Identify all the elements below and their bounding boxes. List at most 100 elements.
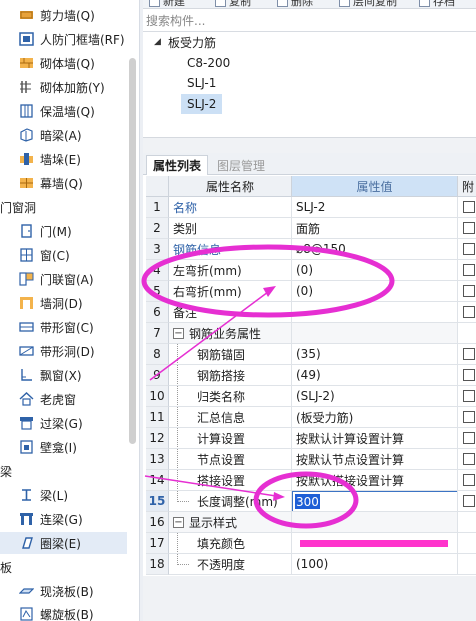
property-row[interactable]: 3 钢筋信息 ⌀8@150 — [146, 239, 476, 260]
attach-checkbox[interactable] — [463, 306, 475, 318]
property-row[interactable]: 6 备注 — [146, 302, 476, 323]
nav-item-strip-window[interactable]: 带形窗(C) — [0, 316, 128, 338]
attach-checkbox[interactable] — [463, 264, 475, 276]
property-row[interactable]: 1 名称 SLJ-2 — [146, 197, 476, 218]
component-item[interactable]: SLJ-1 — [181, 73, 222, 93]
fill-color-value[interactable] — [292, 533, 458, 554]
attach-checkbox[interactable] — [463, 453, 475, 465]
collapse-minus-icon[interactable]: − — [173, 327, 184, 339]
property-name-label: 不透明度 — [197, 557, 246, 572]
property-row-active[interactable]: 15 长度调整(mm) 300 — [146, 491, 476, 512]
property-value[interactable]: 按默认搭接设置计算 — [292, 470, 458, 491]
attach-checkbox[interactable] — [463, 411, 475, 423]
property-value[interactable]: 按默认计算设置计算 — [292, 428, 458, 449]
archive-button[interactable]: 存档 — [419, 0, 455, 8]
tab-layer-management[interactable]: 图层管理 — [211, 155, 271, 175]
nav-item-curtain-wall[interactable]: 幕墙(Q) — [0, 172, 128, 194]
property-value[interactable]: (0) — [292, 260, 458, 281]
property-row[interactable]: 8 钢筋锚固 (35) — [146, 344, 476, 365]
search-bar — [143, 10, 476, 32]
property-value[interactable]: (0) — [292, 281, 458, 302]
nav-group-slabs[interactable]: 板 — [0, 556, 12, 578]
property-value[interactable] — [292, 302, 458, 323]
attach-checkbox[interactable] — [463, 222, 475, 234]
property-value[interactable]: ⌀8@150 — [292, 239, 458, 260]
property-value-editor[interactable]: 300 — [292, 491, 458, 512]
copy-button[interactable]: 复制 — [215, 0, 251, 8]
component-list: ◢ 板受力筋 C8-200 SLJ-1 SLJ-2 — [143, 32, 476, 136]
nav-item-wall-pier[interactable]: 墙垛(E) — [0, 148, 128, 170]
property-row[interactable]: 17 填充颜色 — [146, 533, 476, 554]
property-value[interactable]: (SLJ-2) — [292, 386, 458, 407]
nav-item-door[interactable]: 门(M) — [0, 220, 128, 242]
attach-checkbox[interactable] — [463, 495, 475, 507]
new-button[interactable]: 新建 — [149, 0, 185, 8]
attach-checkbox[interactable] — [463, 243, 475, 255]
left-scrollbar[interactable] — [127, 0, 139, 621]
nav-item-shear-wall[interactable]: 剪力墙(Q) — [0, 4, 128, 26]
property-value[interactable]: 按默认节点设置计算 — [292, 449, 458, 470]
nav-group-doors-windows[interactable]: 门窗洞 — [0, 196, 36, 218]
nav-item-masonry-reinforcement[interactable]: 砌体加筋(Y) — [0, 76, 128, 98]
nav-item-beam[interactable]: 梁(L) — [0, 484, 128, 506]
collapse-triangle-icon[interactable]: ◢ — [154, 37, 161, 47]
nav-item-hidden-beam[interactable]: 暗梁(A) — [0, 124, 128, 146]
attach-checkbox[interactable] — [463, 285, 475, 297]
property-row[interactable]: 11 汇总信息 (板受力筋) — [146, 407, 476, 428]
property-value[interactable]: (49) — [292, 365, 458, 386]
nav-item-window[interactable]: 窗(C) — [0, 244, 128, 266]
nav-item-bay-window[interactable]: 飘窗(X) — [0, 364, 128, 386]
nav-group-label: 板 — [0, 560, 13, 575]
nav-item-label: 连梁(G) — [40, 513, 83, 527]
nav-item-spiral-slab[interactable]: 螺旋板(B) — [0, 603, 128, 621]
attach-checkbox[interactable] — [463, 369, 475, 381]
property-row[interactable]: 12 计算设置 按默认计算设置计算 — [146, 428, 476, 449]
left-scroll-thumb[interactable] — [129, 58, 136, 444]
property-group-row[interactable]: 7 − 钢筋业务属性 — [146, 323, 476, 344]
nav-item-wall-opening[interactable]: 墙洞(D) — [0, 292, 128, 314]
attach-checkbox[interactable] — [463, 348, 475, 360]
nav-item-civil-defense-wall[interactable]: 人防门框墙(RF) — [0, 28, 128, 50]
grid-header-value: 属性值 — [292, 176, 458, 197]
attach-cell — [458, 407, 476, 428]
property-group-row[interactable]: 16 − 显示样式 — [146, 512, 476, 533]
row-number: 11 — [146, 407, 169, 428]
nav-item-strip-opening[interactable]: 带形洞(D) — [0, 340, 128, 362]
attach-checkbox[interactable] — [463, 201, 475, 213]
component-group-label[interactable]: 板受力筋 — [168, 34, 216, 51]
nav-group-beams[interactable]: 梁 — [0, 460, 12, 482]
property-row[interactable]: 9 钢筋搭接 (49) — [146, 365, 476, 386]
component-item-selected[interactable]: SLJ-2 — [181, 94, 223, 114]
nav-item-niche[interactable]: 壁龛(I) — [0, 436, 128, 458]
delete-button[interactable]: 删除 — [277, 0, 313, 8]
nav-item-masonry-wall[interactable]: 砌体墙(Q) — [0, 52, 128, 74]
tab-property-list[interactable]: 属性列表 — [146, 155, 209, 175]
property-row[interactable]: 5 右弯折(mm) (0) — [146, 281, 476, 302]
property-value[interactable]: 面筋 — [292, 218, 458, 239]
property-value[interactable]: (35) — [292, 344, 458, 365]
attach-checkbox[interactable] — [463, 390, 475, 402]
property-row[interactable]: 13 节点设置 按默认节点设置计算 — [146, 449, 476, 470]
attach-checkbox[interactable] — [463, 474, 475, 486]
collapse-minus-icon[interactable]: − — [173, 516, 184, 528]
attach-checkbox[interactable] — [463, 432, 475, 444]
property-row[interactable]: 18 不透明度 (100) — [146, 554, 476, 575]
property-value[interactable]: (板受力筋) — [292, 407, 458, 428]
property-value[interactable]: (100) — [292, 554, 458, 575]
property-row[interactable]: 4 左弯折(mm) (0) — [146, 260, 476, 281]
nav-item-ring-beam[interactable]: 圈梁(E) — [0, 532, 128, 554]
property-value[interactable]: SLJ-2 — [292, 197, 458, 218]
property-row[interactable]: 10 归类名称 (SLJ-2) — [146, 386, 476, 407]
row-number: 1 — [146, 197, 169, 218]
nav-item-lintel[interactable]: 过梁(G) — [0, 412, 128, 434]
search-input[interactable] — [146, 13, 466, 29]
nav-item-cast-slab[interactable]: 现浇板(B) — [0, 580, 128, 602]
nav-item-coupling-beam[interactable]: 连梁(G) — [0, 508, 128, 530]
nav-item-insulation-wall[interactable]: 保温墙(Q) — [0, 100, 128, 122]
interlayer-copy-button[interactable]: 层间复制 — [339, 0, 397, 8]
nav-item-dormer-window[interactable]: 老虎窗 — [0, 388, 128, 410]
property-row[interactable]: 14 搭接设置 按默认搭接设置计算 — [146, 470, 476, 491]
property-row[interactable]: 2 类别 面筋 — [146, 218, 476, 239]
nav-item-door-window-combo[interactable]: 门联窗(A) — [0, 268, 128, 290]
component-item[interactable]: C8-200 — [181, 53, 236, 73]
